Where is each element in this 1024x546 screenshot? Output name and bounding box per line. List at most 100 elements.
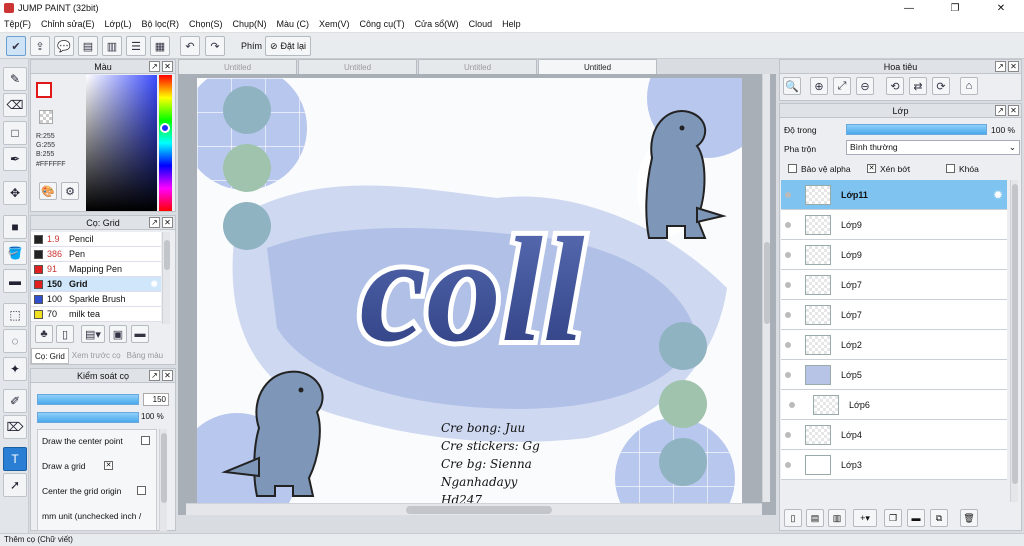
size-value[interactable]: 150: [143, 393, 169, 406]
protect-alpha-checkbox[interactable]: [788, 164, 797, 173]
visibility-icon[interactable]: [785, 341, 791, 348]
menu-capture[interactable]: Chụp(N): [233, 19, 267, 29]
folder-icon[interactable]: ▬: [131, 325, 149, 343]
brush-item-pen[interactable]: 386 Pen: [31, 247, 161, 262]
export-icon[interactable]: ⇪: [30, 36, 50, 56]
flip-icon[interactable]: ⇄: [909, 77, 927, 95]
brush-item-grid[interactable]: 150 Grid ✹: [31, 277, 161, 292]
float-icon[interactable]: ↗: [995, 61, 1006, 72]
layer-from-file-icon[interactable]: ▥: [828, 509, 846, 527]
float-icon[interactable]: ↗: [995, 105, 1006, 116]
menu-filter[interactable]: Bộ lọc(R): [141, 19, 179, 29]
add-brush-icon[interactable]: ♣: [35, 325, 53, 343]
layer-row[interactable]: Lớp2: [781, 330, 1007, 360]
brush-item-sparkle[interactable]: 100 Sparkle Brush: [31, 292, 161, 307]
check-icon[interactable]: ✔: [6, 36, 26, 56]
select-pen-tool-icon[interactable]: ✐: [3, 389, 27, 413]
close-button[interactable]: ✕: [978, 0, 1024, 16]
menu-color[interactable]: Màu (C): [277, 19, 310, 29]
artwork-canvas[interactable]: coll Cre bong: Juu Cre stickers: Gg Cre …: [197, 78, 742, 514]
reset-view-icon[interactable]: ⌂: [960, 77, 978, 95]
close-icon[interactable]: ✕: [162, 61, 173, 72]
menu-edit[interactable]: Chỉnh sửa(E): [41, 19, 95, 29]
layer-folder-icon[interactable]: ▬: [907, 509, 925, 527]
move-tool-icon[interactable]: ✥: [3, 181, 27, 205]
menu-view[interactable]: Xem(V): [319, 19, 350, 29]
palette-settings-icon[interactable]: ⚙: [61, 182, 79, 200]
layer-row[interactable]: Lớp6: [781, 390, 1007, 420]
zoom-icon[interactable]: 🔍: [783, 77, 801, 95]
brush-control-scrollbar[interactable]: [159, 429, 167, 531]
bucket-tool-icon[interactable]: 🪣: [3, 241, 27, 265]
close-icon[interactable]: ✕: [1008, 105, 1019, 116]
hue-handle[interactable]: [160, 123, 170, 133]
layer-row[interactable]: Lớp4: [781, 420, 1007, 450]
tab-brush[interactable]: Cọ: Grid: [31, 348, 69, 364]
select-rect-tool-icon[interactable]: □: [3, 121, 27, 145]
visibility-icon[interactable]: [785, 431, 791, 438]
layer-row[interactable]: Lớp7: [781, 300, 1007, 330]
tab-untitled-1[interactable]: Untitled: [178, 59, 297, 74]
message-icon[interactable]: ▤: [78, 36, 98, 56]
menu-help[interactable]: Help: [502, 19, 521, 29]
size-slider[interactable]: [37, 394, 139, 405]
redo-icon[interactable]: ↷: [205, 36, 225, 56]
new-layer-copy-icon[interactable]: ▤: [806, 509, 824, 527]
layer-row[interactable]: Lớp9: [781, 210, 1007, 240]
layer-row[interactable]: Lớp7: [781, 270, 1007, 300]
layer-row[interactable]: Lớp9: [781, 240, 1007, 270]
layer-row[interactable]: Lớp5: [781, 360, 1007, 390]
layer-row[interactable]: Lớp3: [781, 450, 1007, 480]
canvas-area[interactable]: coll Cre bong: Juu Cre stickers: Gg Cre …: [178, 74, 776, 515]
tab-palette[interactable]: Bảng màu: [124, 348, 166, 364]
duplicate-layer-icon[interactable]: ❐: [884, 509, 902, 527]
menu-cloud[interactable]: Cloud: [469, 19, 493, 29]
comment-icon[interactable]: 💬: [54, 36, 74, 56]
brush-item-mapping-pen[interactable]: 91 Mapping Pen: [31, 262, 161, 277]
add-layer-menu-icon[interactable]: +▾: [853, 509, 877, 527]
canvas-vscroll[interactable]: [762, 74, 770, 502]
menu-layer[interactable]: Lớp(L): [105, 19, 132, 29]
close-icon[interactable]: ✕: [162, 217, 173, 228]
layer-row[interactable]: Lớp11 ✹: [781, 180, 1007, 210]
visibility-icon[interactable]: [785, 251, 791, 258]
brush-copy-icon[interactable]: ▣: [109, 325, 127, 343]
visibility-icon[interactable]: [785, 311, 791, 318]
select-eraser-tool-icon[interactable]: ⌦: [3, 415, 27, 439]
new-layer-icon[interactable]: ▯: [784, 509, 802, 527]
layer-settings-gear-icon[interactable]: ✹: [993, 188, 1003, 202]
fit-icon[interactable]: ⤢: [833, 77, 851, 95]
operation-tool-icon[interactable]: ➚: [3, 473, 27, 497]
center-origin-checkbox[interactable]: [137, 486, 146, 495]
float-icon[interactable]: ↗: [149, 61, 160, 72]
document-icon[interactable]: ▥: [102, 36, 122, 56]
brush-item-milk-tea[interactable]: 70 milk tea: [31, 307, 161, 322]
float-icon[interactable]: ↗: [149, 370, 160, 381]
brush-list-scrollbar[interactable]: [162, 232, 170, 324]
palette-icon[interactable]: 🎨: [39, 182, 57, 200]
zoom-out-icon[interactable]: ⊖: [856, 77, 874, 95]
list-icon[interactable]: ☰: [126, 36, 146, 56]
foreground-color[interactable]: [36, 82, 52, 98]
pen-tool-icon[interactable]: ✒: [3, 147, 27, 171]
settings-gear-icon[interactable]: ✹: [150, 279, 158, 290]
center-point-checkbox[interactable]: [141, 436, 150, 445]
brush-item-pencil[interactable]: 1.9 Pencil: [31, 232, 161, 247]
reset-button[interactable]: ⊘ Đặt lại: [265, 36, 312, 56]
tab-brush-preview[interactable]: Xem trước cọ: [69, 348, 124, 364]
layer-opacity-slider[interactable]: [846, 124, 987, 135]
tab-untitled-4[interactable]: Untitled: [538, 59, 657, 74]
zoom-in-icon[interactable]: ⊕: [810, 77, 828, 95]
saturation-picker[interactable]: [86, 75, 157, 211]
brush-menu-icon[interactable]: ▤▾: [81, 325, 105, 343]
visibility-icon[interactable]: [785, 461, 791, 468]
text-tool-icon[interactable]: T: [3, 447, 27, 471]
menu-select[interactable]: Chọn(S): [189, 19, 223, 29]
visibility-icon[interactable]: [785, 221, 791, 228]
rotate-left-icon[interactable]: ⟲: [886, 77, 904, 95]
marquee-tool-icon[interactable]: ⬚: [3, 303, 27, 327]
magic-wand-tool-icon[interactable]: ✦: [3, 357, 27, 381]
brush-tool-icon[interactable]: ✎: [3, 67, 27, 91]
visibility-icon[interactable]: [785, 371, 791, 378]
clipping-checkbox[interactable]: ✕: [867, 164, 876, 173]
